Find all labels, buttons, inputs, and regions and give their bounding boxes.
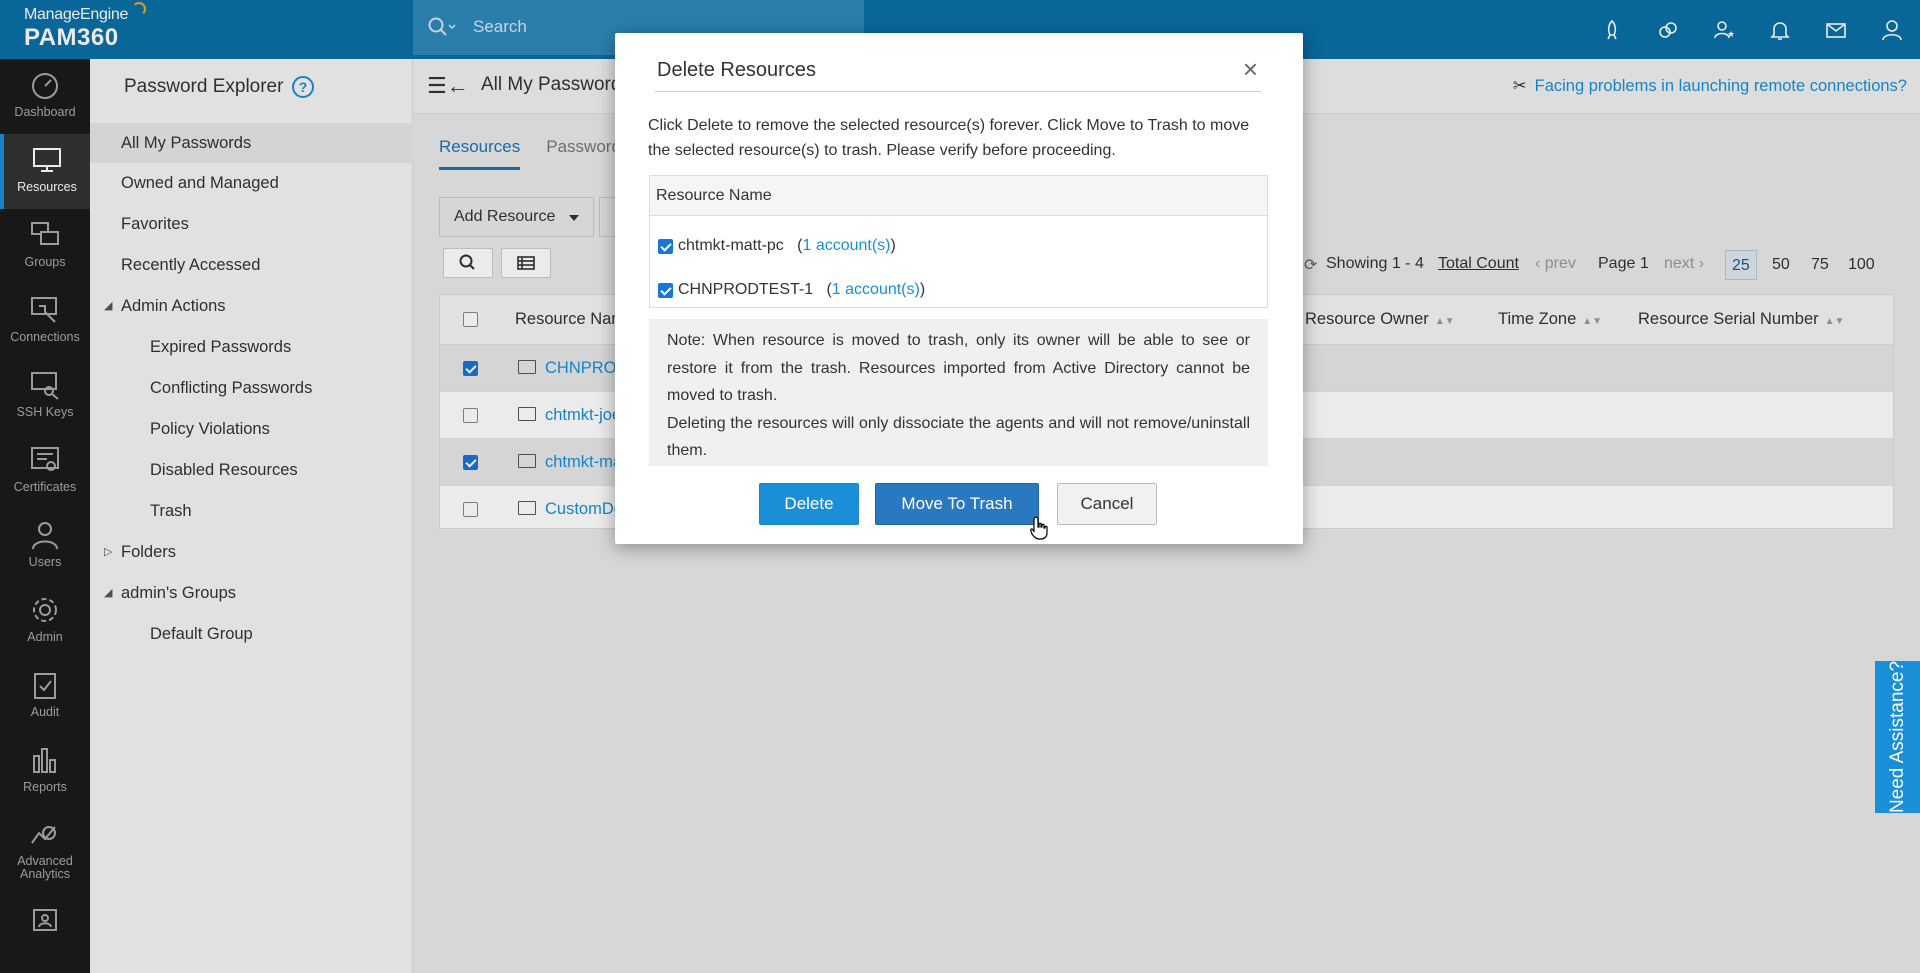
table-header: Resource Name	[650, 176, 1267, 216]
trash-note: Note: When resource is moved to trash, o…	[649, 319, 1268, 466]
list-item: chtmkt-matt-pc (1 account(s))	[650, 226, 1267, 266]
need-assistance-button[interactable]: Need Assistance?	[1875, 661, 1920, 813]
resource-name: chtmkt-matt-pc	[678, 237, 784, 254]
resource-checkbox[interactable]	[658, 283, 673, 298]
resource-checkbox[interactable]	[658, 239, 673, 254]
close-icon[interactable]: ×	[1243, 56, 1258, 82]
title-divider	[655, 91, 1261, 92]
cancel-button[interactable]: Cancel	[1057, 483, 1157, 525]
delete-resources-dialog: Delete Resources × Click Delete to remov…	[615, 33, 1303, 544]
selected-resources-table: Resource Name chtmkt-matt-pc (1 account(…	[649, 175, 1268, 308]
note-text-1: Note: When resource is moved to trash, o…	[667, 332, 1250, 404]
note-text-2: Deleting the resources will only dissoci…	[667, 414, 1250, 460]
dialog-title: Delete Resources	[657, 59, 816, 81]
list-item: CHNPRODTEST-1 (1 account(s))	[650, 270, 1267, 310]
hand-cursor-icon	[1030, 516, 1048, 540]
delete-button[interactable]: Delete	[759, 483, 859, 525]
accounts-link[interactable]: 1 account(s)	[832, 281, 920, 298]
resource-name: CHNPRODTEST-1	[678, 281, 814, 298]
dialog-description: Click Delete to remove the selected reso…	[648, 117, 1250, 159]
assist-label: Need Assistance?	[1886, 660, 1908, 814]
resource-entry: chtmkt-matt-pc (1 account(s))	[678, 237, 896, 254]
move-to-trash-button[interactable]: Move To Trash	[875, 483, 1039, 525]
accounts-link[interactable]: 1 account(s)	[802, 237, 890, 254]
resource-entry: CHNPRODTEST-1 (1 account(s))	[678, 281, 926, 298]
